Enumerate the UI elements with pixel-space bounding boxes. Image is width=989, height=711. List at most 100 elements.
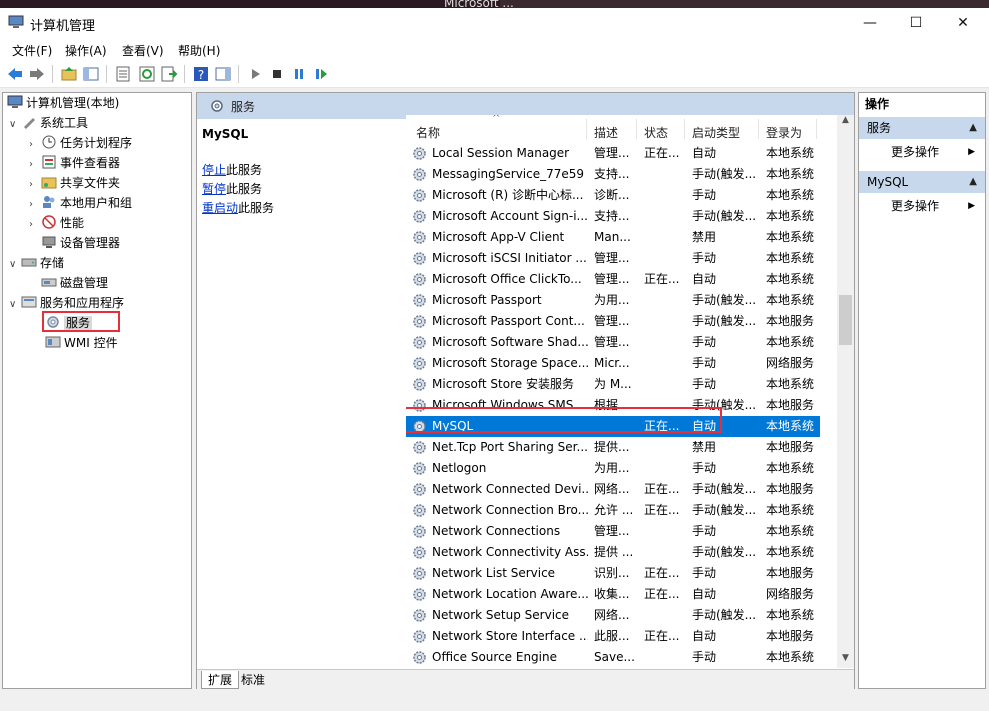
menu-action[interactable]: 操作(A) xyxy=(65,42,107,59)
tree-item-disk-management[interactable]: 磁盘管理 xyxy=(41,273,108,293)
tree-item-storage[interactable]: ∨ 存储 xyxy=(9,253,64,273)
table-row[interactable]: Network Connectivity Ass... 提供 ... 手动(触发..… xyxy=(406,542,820,563)
show-action-pane-icon[interactable] xyxy=(214,65,232,83)
table-row[interactable]: Netlogon 为用... 手动 本地系统 xyxy=(406,458,820,479)
table-row[interactable]: MessagingService_77e59 支持... 手动(触发... 本地系统 xyxy=(406,164,820,185)
table-row[interactable]: Microsoft Passport 为用... 手动(触发... 本地系统 xyxy=(406,290,820,311)
actions-section-mysql[interactable]: MySQL ▲ xyxy=(859,171,985,193)
gear-icon xyxy=(413,168,426,181)
table-row[interactable]: Network Connections 管理... 手动 本地系统 xyxy=(406,521,820,542)
table-row[interactable]: Microsoft (R) 诊断中心标... 诊断... 手动 本地系统 xyxy=(406,185,820,206)
collapse-icon[interactable]: ▲ xyxy=(969,171,977,193)
cell-name: Local Session Manager xyxy=(432,146,570,160)
column-header-startup-type[interactable]: 启动类型 xyxy=(692,124,740,141)
chevron-right-icon[interactable]: › xyxy=(29,155,41,175)
computer-management-icon xyxy=(7,95,23,108)
column-header-status[interactable]: 状态 xyxy=(644,124,668,141)
cell-name: Microsoft Passport Cont... xyxy=(432,314,585,328)
column-header-log-on-as[interactable]: 登录为 xyxy=(766,124,802,141)
chevron-right-icon[interactable]: › xyxy=(29,135,41,155)
up-folder-icon[interactable] xyxy=(60,65,78,83)
table-row[interactable]: Network Setup Service 网络... 手动(触发... 本地系统 xyxy=(406,605,820,626)
tree-item-event-viewer[interactable]: › 事件查看器 xyxy=(29,153,120,173)
chevron-right-icon[interactable]: › xyxy=(29,215,41,235)
chevron-down-icon[interactable]: ∨ xyxy=(9,255,21,275)
cell-logon: 本地系统 xyxy=(766,461,815,475)
back-icon[interactable] xyxy=(6,65,24,83)
forward-icon[interactable] xyxy=(28,65,46,83)
table-row[interactable]: Microsoft Software Shad... 管理... 手动 本地系统 xyxy=(406,332,820,353)
table-row[interactable]: Microsoft Account Sign-i... 支持... 手动(触发...… xyxy=(406,206,820,227)
chevron-right-icon[interactable]: › xyxy=(29,195,41,215)
table-row[interactable]: Network Connected Devi... 网络... 正在... 手动(触发… xyxy=(406,479,820,500)
help-icon[interactable]: ? xyxy=(192,65,210,83)
tree-item-services-and-apps[interactable]: ∨ 服务和应用程序 xyxy=(9,293,124,313)
tree-item-device-manager[interactable]: 设备管理器 xyxy=(41,233,120,253)
refresh-icon[interactable] xyxy=(138,65,156,83)
cell-status: 正在... xyxy=(644,146,680,160)
more-actions-services[interactable]: 更多操作 ▶ xyxy=(859,141,985,163)
tools-icon xyxy=(24,118,35,129)
table-row[interactable]: Microsoft Passport Cont... 管理... 手动(触发... 本… xyxy=(406,311,820,332)
table-row[interactable]: Office Source Engine Save... 手动 本地系统 xyxy=(406,647,820,668)
tree-item-task-scheduler[interactable]: › 任务计划程序 xyxy=(29,133,132,153)
gear-icon xyxy=(413,609,426,622)
table-row[interactable]: Microsoft iSCSI Initiator ... 管理... 手动 本地系统 xyxy=(406,248,820,269)
restart-service-link[interactable]: 重启动 xyxy=(202,201,238,215)
tree-item-performance[interactable]: › 性能 xyxy=(29,213,84,233)
actions-section-services[interactable]: 服务 ▲ xyxy=(859,117,985,139)
computer-management-icon xyxy=(8,15,24,28)
tree-item-local-users[interactable]: › 本地用户和组 xyxy=(29,193,132,213)
collapse-icon[interactable]: ▲ xyxy=(969,117,977,139)
tree-item-wmi-control[interactable]: WMI 控件 xyxy=(45,333,118,353)
pause-service-link[interactable]: 暂停 xyxy=(202,182,226,196)
table-row[interactable]: Network Connection Bro... 允许 ... 正在... 手动(触… xyxy=(406,500,820,521)
menu-view[interactable]: 查看(V) xyxy=(122,42,164,59)
table-row[interactable]: Microsoft Store 安装服务 为 M... 手动 本地系统 xyxy=(406,374,820,395)
table-row[interactable]: Microsoft Storage Space... Micr... 手动 网络服务 xyxy=(406,353,820,374)
more-actions-mysql[interactable]: 更多操作 ▶ xyxy=(859,195,985,217)
table-row[interactable]: Local Session Manager 管理... 正在... 自动 本地系统 xyxy=(406,143,820,164)
tree-item-computer-management[interactable]: 计算机管理(本地) xyxy=(7,93,119,113)
cell-logon: 本地系统 xyxy=(766,608,815,622)
menu-help[interactable]: 帮助(H) xyxy=(178,42,220,59)
tab-extended[interactable]: 扩展 xyxy=(201,671,240,689)
cell-name: Netlogon xyxy=(432,461,487,475)
table-row[interactable]: Network Location Aware... 收集... 正在... 自动 网络服… xyxy=(406,584,820,605)
minimize-button[interactable]: — xyxy=(847,8,893,38)
table-row[interactable]: Microsoft Office ClickTo... 管理... 正在... 自动 本… xyxy=(406,269,820,290)
chevron-down-icon[interactable]: ∨ xyxy=(9,295,21,315)
scrollbar-thumb[interactable] xyxy=(839,295,852,345)
start-service-icon[interactable] xyxy=(246,65,264,83)
menu-file[interactable]: 文件(F) xyxy=(12,42,52,59)
chevron-down-icon[interactable]: ∨ xyxy=(9,115,21,135)
background-strip-right: Microsoft ... xyxy=(444,0,989,10)
table-row[interactable]: Net.Tcp Port Sharing Ser... 提供... 禁用 本地服务 xyxy=(406,437,820,458)
maximize-button[interactable]: ☐ xyxy=(893,8,939,38)
show-hide-tree-icon[interactable] xyxy=(82,65,100,83)
table-row[interactable]: Network Store Interface ... 此服... 正在... 自动 本… xyxy=(406,626,820,647)
cell-startup: 自动 xyxy=(692,272,717,286)
wmi-icon xyxy=(45,336,61,348)
tree-item-system-tools[interactable]: ∨ 系统工具 xyxy=(9,113,88,133)
vertical-scrollbar[interactable]: ▲ ▼ xyxy=(837,115,854,668)
stop-service-icon[interactable] xyxy=(268,65,286,83)
cell-startup: 手动(触发... xyxy=(692,314,756,328)
toolbar-divider xyxy=(238,65,239,83)
table-row[interactable]: Network List Service 识别... 正在... 手动 本地服务 xyxy=(406,563,820,584)
close-button[interactable]: ✕ xyxy=(940,8,986,38)
scroll-down-icon[interactable]: ▼ xyxy=(837,653,854,663)
pause-service-icon[interactable] xyxy=(290,65,308,83)
tab-standard[interactable]: 标准 xyxy=(235,671,271,689)
cell-name: Network Setup Service xyxy=(432,608,570,622)
stop-service-link[interactable]: 停止 xyxy=(202,163,226,177)
properties-icon[interactable] xyxy=(114,65,132,83)
export-list-icon[interactable] xyxy=(160,65,178,83)
scroll-up-icon[interactable]: ▲ xyxy=(837,115,854,125)
tree-item-shared-folders[interactable]: › 共享文件夹 xyxy=(29,173,120,193)
restart-service-icon[interactable] xyxy=(312,65,330,83)
table-row[interactable]: Microsoft App-V Client Man... 禁用 本地系统 xyxy=(406,227,820,248)
column-header-name[interactable]: 名称 xyxy=(416,124,440,141)
chevron-right-icon[interactable]: › xyxy=(29,175,41,195)
column-header-description[interactable]: 描述 xyxy=(594,124,618,141)
